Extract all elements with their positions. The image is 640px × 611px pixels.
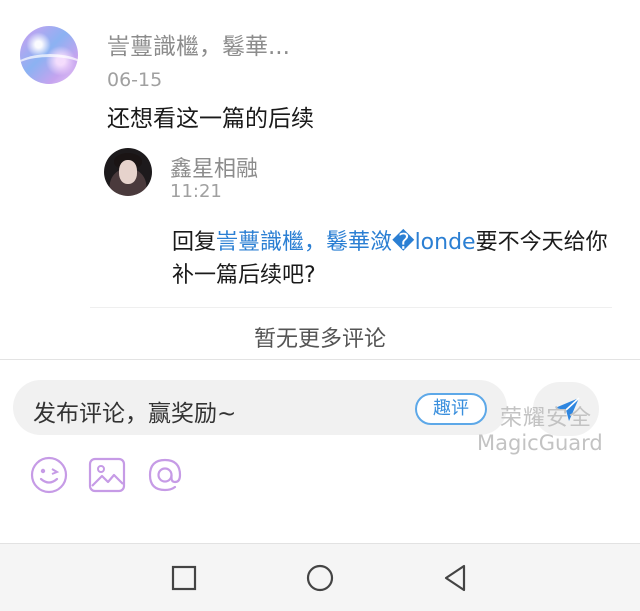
comment-composer-panel: 发布评论，赢奖励~ 趣评 荣耀安全 MagicGuard bbox=[0, 359, 640, 543]
watermark-en: MagicGuard bbox=[477, 431, 603, 455]
comment-thread-page: 訔蘴識檵，鬈華... 06-15 还想看这一篇的后续 鑫星相融 11:21 回复… bbox=[0, 0, 640, 611]
emoji-icon[interactable] bbox=[28, 454, 70, 496]
comment-input[interactable]: 发布评论，赢奖励~ 趣评 bbox=[13, 380, 507, 435]
reply-author-avatar[interactable] bbox=[104, 148, 152, 196]
square-recent-icon[interactable] bbox=[168, 562, 200, 594]
avatar-face bbox=[119, 160, 137, 184]
watermark-cn: 荣耀安全 bbox=[500, 406, 593, 431]
system-navigation-bar bbox=[0, 543, 640, 611]
triangle-back-icon[interactable] bbox=[440, 562, 472, 594]
reply-prefix: 回复 bbox=[172, 230, 217, 255]
commenter-avatar[interactable] bbox=[20, 26, 78, 84]
comment-input-placeholder: 发布评论，赢奖励~ bbox=[33, 401, 237, 427]
divider bbox=[90, 307, 612, 308]
fun-comment-button[interactable]: 趣评 bbox=[415, 393, 487, 425]
reply-mention-link[interactable]: 訔蘴識檵，鬈華潋�londe bbox=[216, 230, 476, 255]
comment-author-name[interactable]: 訔蘴識檵，鬈華... bbox=[107, 27, 290, 61]
comment-date: 06-15 bbox=[107, 69, 163, 91]
circle-home-icon[interactable] bbox=[304, 562, 336, 594]
comment-text[interactable]: 还想看这一篇的后续 bbox=[107, 99, 314, 133]
reply-author-name[interactable]: 鑫星相融 bbox=[170, 151, 258, 183]
image-icon[interactable] bbox=[86, 454, 128, 496]
no-more-comments-label: 暂无更多评论 bbox=[253, 327, 386, 352]
reply-time: 11:21 bbox=[170, 181, 222, 202]
at-icon[interactable] bbox=[144, 454, 186, 496]
reply-text[interactable]: 回复訔蘴識檵，鬈華潋�londe要不今天给你补一篇后续吧? bbox=[172, 226, 624, 292]
